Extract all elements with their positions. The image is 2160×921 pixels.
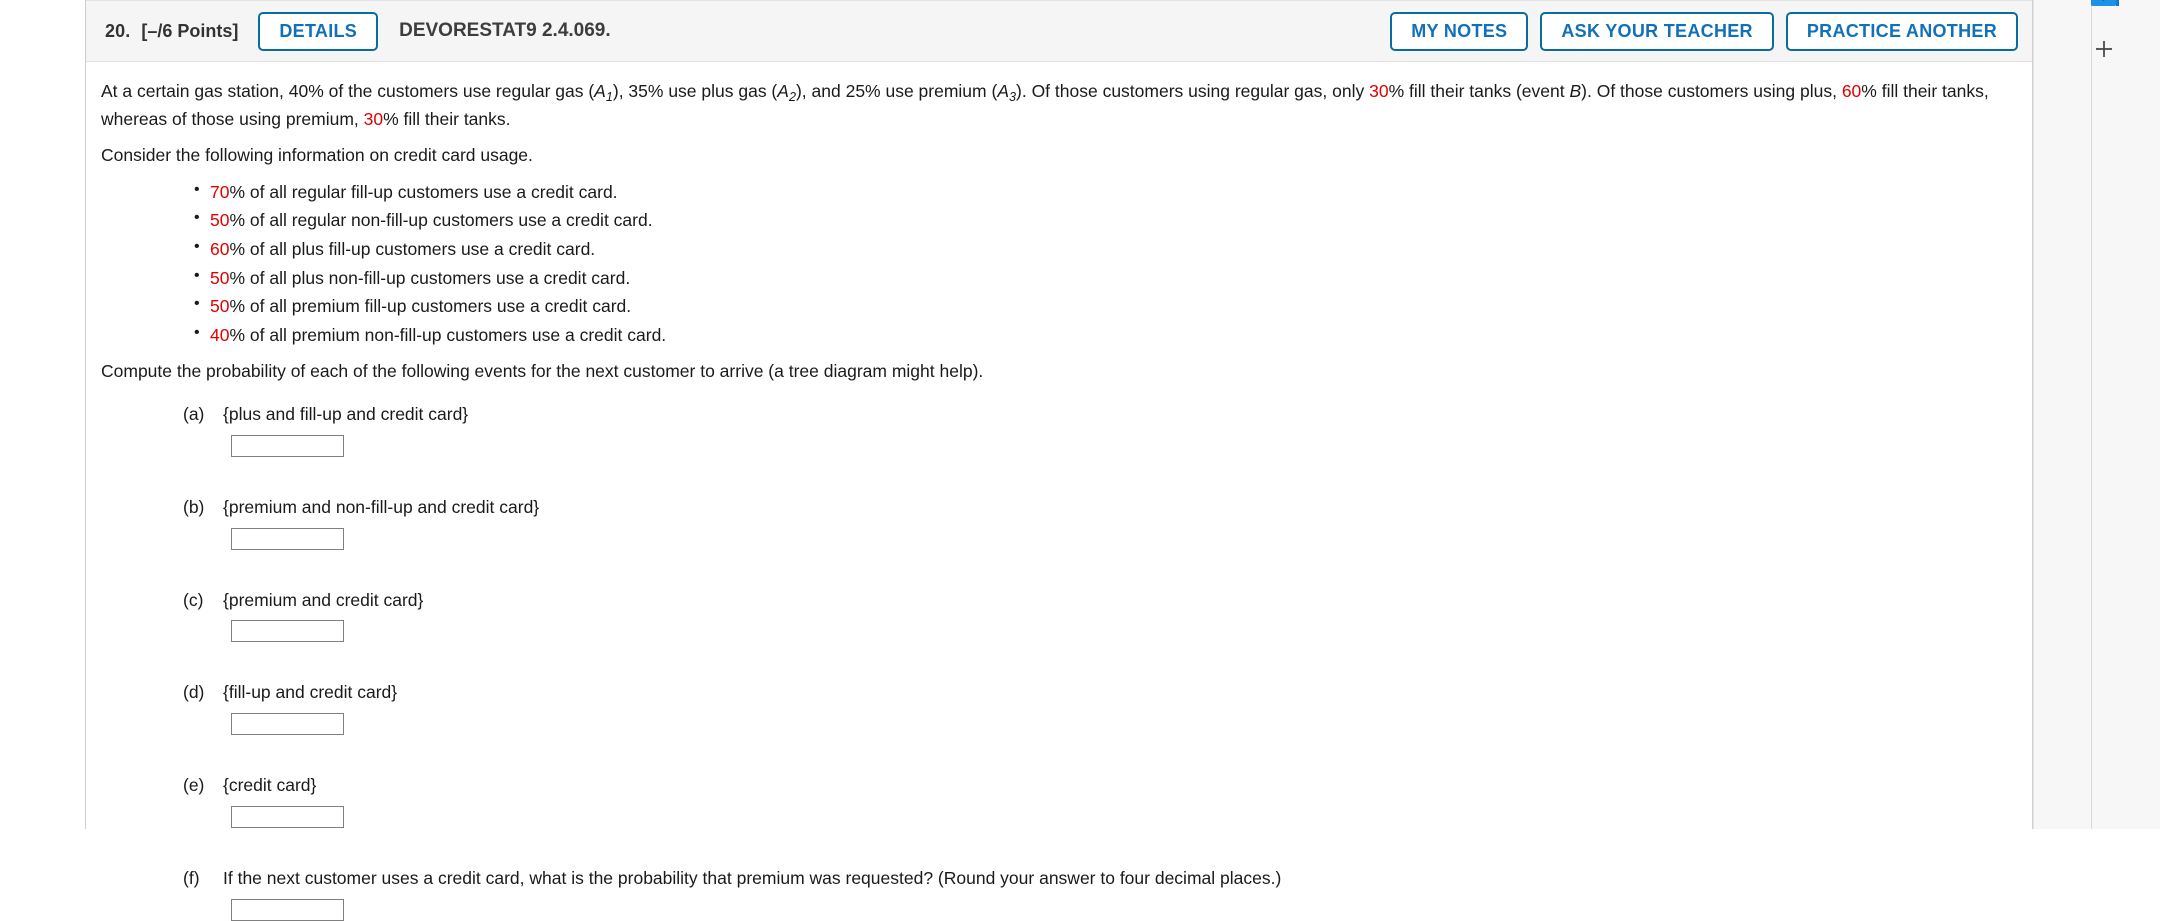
question-panel: 20. [–/6 Points] DETAILS DEVORESTAT9 2.4…	[85, 0, 2033, 921]
list-item: 60% of all plus fill-up customers use a …	[194, 237, 2032, 260]
part-d-text: {fill-up and credit card}	[223, 682, 398, 703]
part-a-label: (a)	[183, 404, 205, 425]
part-b-head: (b) {premium and non-fill-up and credit …	[101, 495, 2032, 520]
part-b-answer-input[interactable]	[231, 527, 344, 550]
event-b-symbol: B	[1569, 81, 1582, 101]
part-f-text: If the next customer uses a credit card,…	[223, 867, 1282, 888]
part-e-text: {credit card}	[223, 775, 317, 795]
part-c-label: (c)	[183, 589, 204, 610]
list-item-percent: 50	[210, 267, 230, 288]
part-a-head: (a) {plus and fill-up and credit card}	[101, 402, 2032, 427]
part-e-answer-input[interactable]	[231, 805, 344, 828]
header-actions: MY NOTES ASK YOUR TEACHER PRACTICE ANOTH…	[1390, 11, 2018, 51]
problem-text-2: ), 35% use plus gas (	[612, 81, 778, 101]
problem-text-8: % fill their tanks.	[383, 108, 511, 129]
points-indicator: [–/6 Points]	[141, 20, 239, 41]
list-item-text: % of all regular fill-up customers use a…	[229, 181, 618, 202]
part-b-text: {premium and non-fill-up and credit card…	[223, 496, 540, 517]
list-item: 50% of all premium fill-up customers use…	[194, 294, 2032, 317]
list-item-text: % of all regular non-fill-up customers u…	[229, 210, 653, 231]
part-f-answer-row	[101, 897, 2032, 921]
part-b-answer-row	[101, 526, 2032, 551]
page-root: 20. [–/6 Points] DETAILS DEVORESTAT9 2.4…	[0, 0, 2160, 921]
plus-icon[interactable]	[2089, 34, 2119, 64]
question-title: DEVORESTAT9 2.4.069.	[399, 20, 611, 41]
list-item: 50% of all plus non-fill-up customers us…	[194, 266, 2032, 289]
list-item-percent: 50	[210, 296, 230, 317]
part-d-head: (d) {fill-up and credit card}	[101, 680, 2032, 705]
list-item-percent: 40	[210, 325, 230, 346]
rail-inner-panel	[2092, 0, 2160, 829]
left-gutter	[0, 0, 85, 829]
event-a2-subscript: 2	[788, 90, 796, 105]
part-b-label: (b)	[183, 496, 205, 517]
compute-instruction: Compute the probability of each of the f…	[101, 361, 984, 382]
problem-text-5: % fill their tanks (event	[1388, 81, 1570, 101]
question-parts: (a) {plus and fill-up and credit card} (…	[86, 402, 2032, 921]
right-rail	[2033, 0, 2160, 829]
details-button[interactable]: DETAILS	[258, 11, 379, 51]
part-c-head: (c) {premium and credit card}	[101, 588, 2032, 613]
list-item-text: % of all plus fill-up customers use a cr…	[229, 239, 596, 260]
question-body: At a certain gas station, 40% of the cus…	[86, 62, 2032, 921]
part-d-label: (d)	[183, 682, 205, 703]
event-a2-symbol: A	[777, 81, 789, 101]
list-item-text: % of all premium non-fill-up customers u…	[229, 325, 667, 346]
part-d-answer-row	[101, 711, 2032, 736]
part-e-head: (e) {credit card}	[101, 773, 2032, 798]
practice-another-button[interactable]: PRACTICE ANOTHER	[1785, 11, 2018, 51]
list-item-text: % of all plus non-fill-up customers use …	[229, 267, 631, 288]
problem-text-1: At a certain gas station, 40% of the cus…	[101, 81, 595, 101]
pct-regular-fill: 30	[1369, 81, 1389, 101]
part-e: (e) {credit card}	[86, 773, 2032, 829]
part-f-answer-input[interactable]	[231, 898, 344, 921]
part-a-answer-row	[101, 433, 2032, 458]
part-d: (d) {fill-up and credit card}	[86, 680, 2032, 736]
event-a1-symbol: A	[594, 81, 606, 101]
part-c-answer-row	[101, 618, 2032, 643]
ask-your-teacher-button[interactable]: ASK YOUR TEACHER	[1540, 11, 1774, 51]
part-e-label: (e)	[183, 775, 205, 795]
list-item-percent: 70	[210, 181, 230, 202]
list-item: 50% of all regular non-fill-up customers…	[194, 208, 2032, 231]
question-number: 20.	[105, 20, 131, 41]
problem-text-3: ), and 25% use premium (	[795, 81, 998, 101]
problem-text-4: ). Of those customers using regular gas,…	[1016, 81, 1370, 101]
part-f-head: (f) If the next customer uses a credit c…	[101, 866, 2032, 891]
problem-text-6: ). Of those customers using plus,	[1581, 81, 1842, 101]
list-item-percent: 50	[210, 210, 230, 231]
list-item: 70% of all regular fill-up customers use…	[194, 180, 2032, 203]
part-c-text: {premium and credit card}	[223, 589, 424, 610]
problem-statement: At a certain gas station, 40% of the cus…	[86, 79, 2021, 132]
list-item-percent: 60	[210, 239, 230, 260]
part-e-answer-row	[101, 804, 2032, 829]
list-item: 40% of all premium non-fill-up customers…	[194, 323, 2032, 346]
event-a3-subscript: 3	[1009, 90, 1017, 105]
part-f-label: (f)	[183, 867, 200, 888]
my-notes-button[interactable]: MY NOTES	[1390, 11, 1529, 51]
part-b: (b) {premium and non-fill-up and credit …	[86, 495, 2032, 551]
part-a-answer-input[interactable]	[231, 435, 344, 458]
part-a: (a) {plus and fill-up and credit card}	[86, 402, 2032, 458]
part-c: (c) {premium and credit card}	[86, 588, 2032, 644]
pct-plus-fill: 60	[1841, 81, 1862, 101]
part-c-answer-input[interactable]	[231, 620, 344, 643]
pct-premium-fill: 30	[363, 108, 384, 129]
consider-line: Consider the following information on cr…	[101, 144, 533, 165]
list-item-text: % of all premium fill-up customers use a…	[229, 296, 632, 317]
part-f: (f) If the next customer uses a credit c…	[86, 866, 2032, 921]
question-header: 20. [–/6 Points] DETAILS DEVORESTAT9 2.4…	[86, 0, 2032, 62]
part-a-text: {plus and fill-up and credit card}	[223, 404, 469, 425]
event-a3-symbol: A	[997, 81, 1009, 101]
part-d-answer-input[interactable]	[231, 713, 344, 736]
event-a1-subscript: 1	[605, 90, 613, 105]
mail-app-icon[interactable]	[2090, 0, 2119, 13]
credit-card-usage-list: 70% of all regular fill-up customers use…	[86, 180, 2032, 347]
